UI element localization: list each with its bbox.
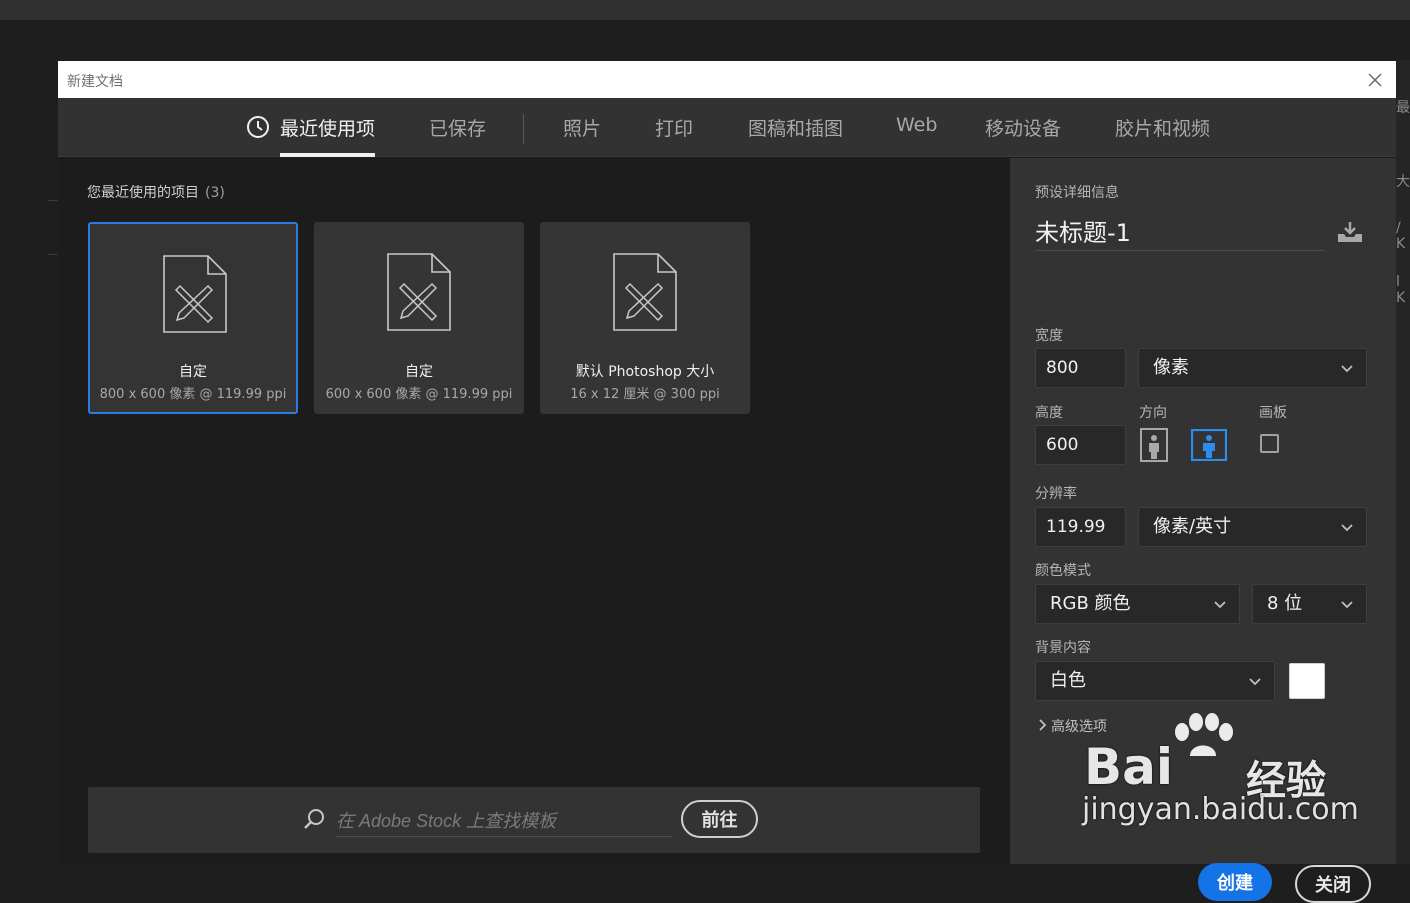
tab-separator — [523, 114, 524, 144]
preset-info: 16 x 12 厘米 @ 300 ppi — [570, 387, 720, 402]
preset-details-heading: 预设详细信息 — [1035, 185, 1119, 201]
chevron-down-icon — [1341, 601, 1353, 609]
tab-art-illustration[interactable]: 图稿和插图 — [748, 114, 843, 141]
resolution-input[interactable]: 119.99 — [1035, 507, 1126, 547]
close-icon[interactable] — [1364, 69, 1386, 91]
resolution-unit-value: 像素/英寸 — [1153, 516, 1232, 537]
document-preset-icon — [387, 253, 451, 331]
background-select[interactable]: 白色 — [1035, 661, 1275, 701]
height-input[interactable]: 600 — [1035, 425, 1126, 465]
dialog-title: 新建文档 — [67, 74, 123, 90]
preset-name: 自定 — [179, 364, 207, 380]
preset-card[interactable]: 自定 800 x 600 像素 @ 119.99 ppi — [88, 222, 298, 414]
artboard-label: 画板 — [1259, 405, 1287, 421]
background-text: 最 — [1396, 100, 1410, 116]
preset-card[interactable]: 默认 Photoshop 大小 16 x 12 厘米 @ 300 ppi — [540, 222, 750, 414]
color-mode-select[interactable]: RGB 颜色 — [1035, 584, 1240, 624]
document-name-field[interactable]: 未标题-1 — [1035, 213, 1325, 251]
background-divider — [48, 200, 58, 201]
document-preset-icon — [163, 255, 227, 333]
new-document-dialog: 新建文档 最近使用项 已保存 照片 打印 图稿和插图 Web 移动设备 胶片和视… — [58, 61, 1396, 903]
height-label: 高度 — [1035, 405, 1063, 421]
orientation-label: 方向 — [1139, 405, 1167, 421]
width-input[interactable]: 800 — [1035, 348, 1126, 388]
bit-depth-select[interactable]: 8 位 — [1252, 584, 1367, 624]
recent-items-count: (3) — [205, 185, 225, 201]
background-divider — [48, 254, 58, 255]
tab-web[interactable]: Web — [896, 114, 937, 136]
background-text: l K — [1396, 274, 1406, 306]
recent-items-title: 您最近使用的项目 — [87, 185, 199, 201]
close-button[interactable]: 关闭 — [1295, 865, 1371, 903]
clock-icon — [247, 116, 269, 138]
active-tab-indicator — [280, 153, 375, 157]
color-mode-label: 颜色模式 — [1035, 563, 1091, 579]
preset-name: 自定 — [405, 364, 433, 380]
portrait-orientation-icon[interactable] — [1140, 428, 1168, 462]
preset-info: 600 x 600 像素 @ 119.99 ppi — [325, 387, 513, 402]
background-value: 白色 — [1050, 670, 1086, 691]
tab-photo[interactable]: 照片 — [563, 114, 601, 141]
preset-info: 800 x 600 像素 @ 119.99 ppi — [99, 387, 287, 402]
chevron-down-icon — [1249, 678, 1261, 686]
recent-items-pane: 您最近使用的项目 (3) 自定 800 x 600 像素 @ 119.99 ppi — [58, 158, 1010, 864]
landscape-orientation-icon[interactable] — [1191, 429, 1227, 461]
advanced-options-toggle[interactable]: 高级选项 — [1037, 716, 1107, 736]
tab-film-video[interactable]: 胶片和视频 — [1115, 114, 1210, 141]
resolution-unit-select[interactable]: 像素/英寸 — [1138, 507, 1367, 547]
background-text: / K — [1396, 220, 1406, 252]
save-preset-icon[interactable] — [1336, 220, 1364, 244]
width-unit-value: 像素 — [1153, 357, 1189, 378]
chevron-down-icon — [1341, 365, 1353, 373]
go-button[interactable]: 前往 — [681, 800, 758, 838]
preset-card[interactable]: 自定 600 x 600 像素 @ 119.99 ppi — [314, 222, 524, 414]
width-label: 宽度 — [1035, 328, 1063, 344]
bit-depth-value: 8 位 — [1267, 593, 1303, 614]
create-button[interactable]: 创建 — [1198, 863, 1272, 901]
document-preset-icon — [613, 253, 677, 331]
width-unit-select[interactable]: 像素 — [1138, 348, 1367, 388]
background-text: 大 — [1396, 174, 1410, 190]
chevron-down-icon — [1214, 601, 1226, 609]
tab-print[interactable]: 打印 — [655, 114, 693, 141]
background-label: 背景内容 — [1035, 640, 1091, 656]
background-panel-peek: 最 大 / K l K — [1396, 60, 1410, 864]
recent-items-heading: 您最近使用的项目 (3) — [87, 182, 225, 202]
chevron-down-icon — [1341, 524, 1353, 532]
stock-search-input[interactable] — [336, 807, 672, 837]
tab-mobile[interactable]: 移动设备 — [985, 114, 1061, 141]
chevron-right-icon — [1039, 719, 1047, 731]
preset-name: 默认 Photoshop 大小 — [575, 364, 715, 380]
resolution-label: 分辨率 — [1035, 486, 1077, 502]
advanced-options-label: 高级选项 — [1051, 719, 1107, 735]
preset-details-pane: 预设详细信息 未标题-1 宽度 800 像素 高度 600 方向 画板 分辨率 — [1010, 158, 1396, 903]
search-icon — [304, 809, 324, 829]
dialog-titlebar: 新建文档 — [58, 61, 1396, 98]
tab-recent[interactable]: 最近使用项 — [280, 114, 375, 141]
stock-search-bar: 前往 — [88, 787, 980, 853]
category-tabs: 最近使用项 已保存 照片 打印 图稿和插图 Web 移动设备 胶片和视频 — [58, 98, 1396, 157]
app-menubar-background — [0, 0, 1410, 20]
color-mode-value: RGB 颜色 — [1050, 593, 1131, 614]
artboard-checkbox[interactable] — [1260, 434, 1279, 453]
tab-saved[interactable]: 已保存 — [429, 114, 486, 141]
background-color-swatch[interactable] — [1289, 663, 1325, 699]
